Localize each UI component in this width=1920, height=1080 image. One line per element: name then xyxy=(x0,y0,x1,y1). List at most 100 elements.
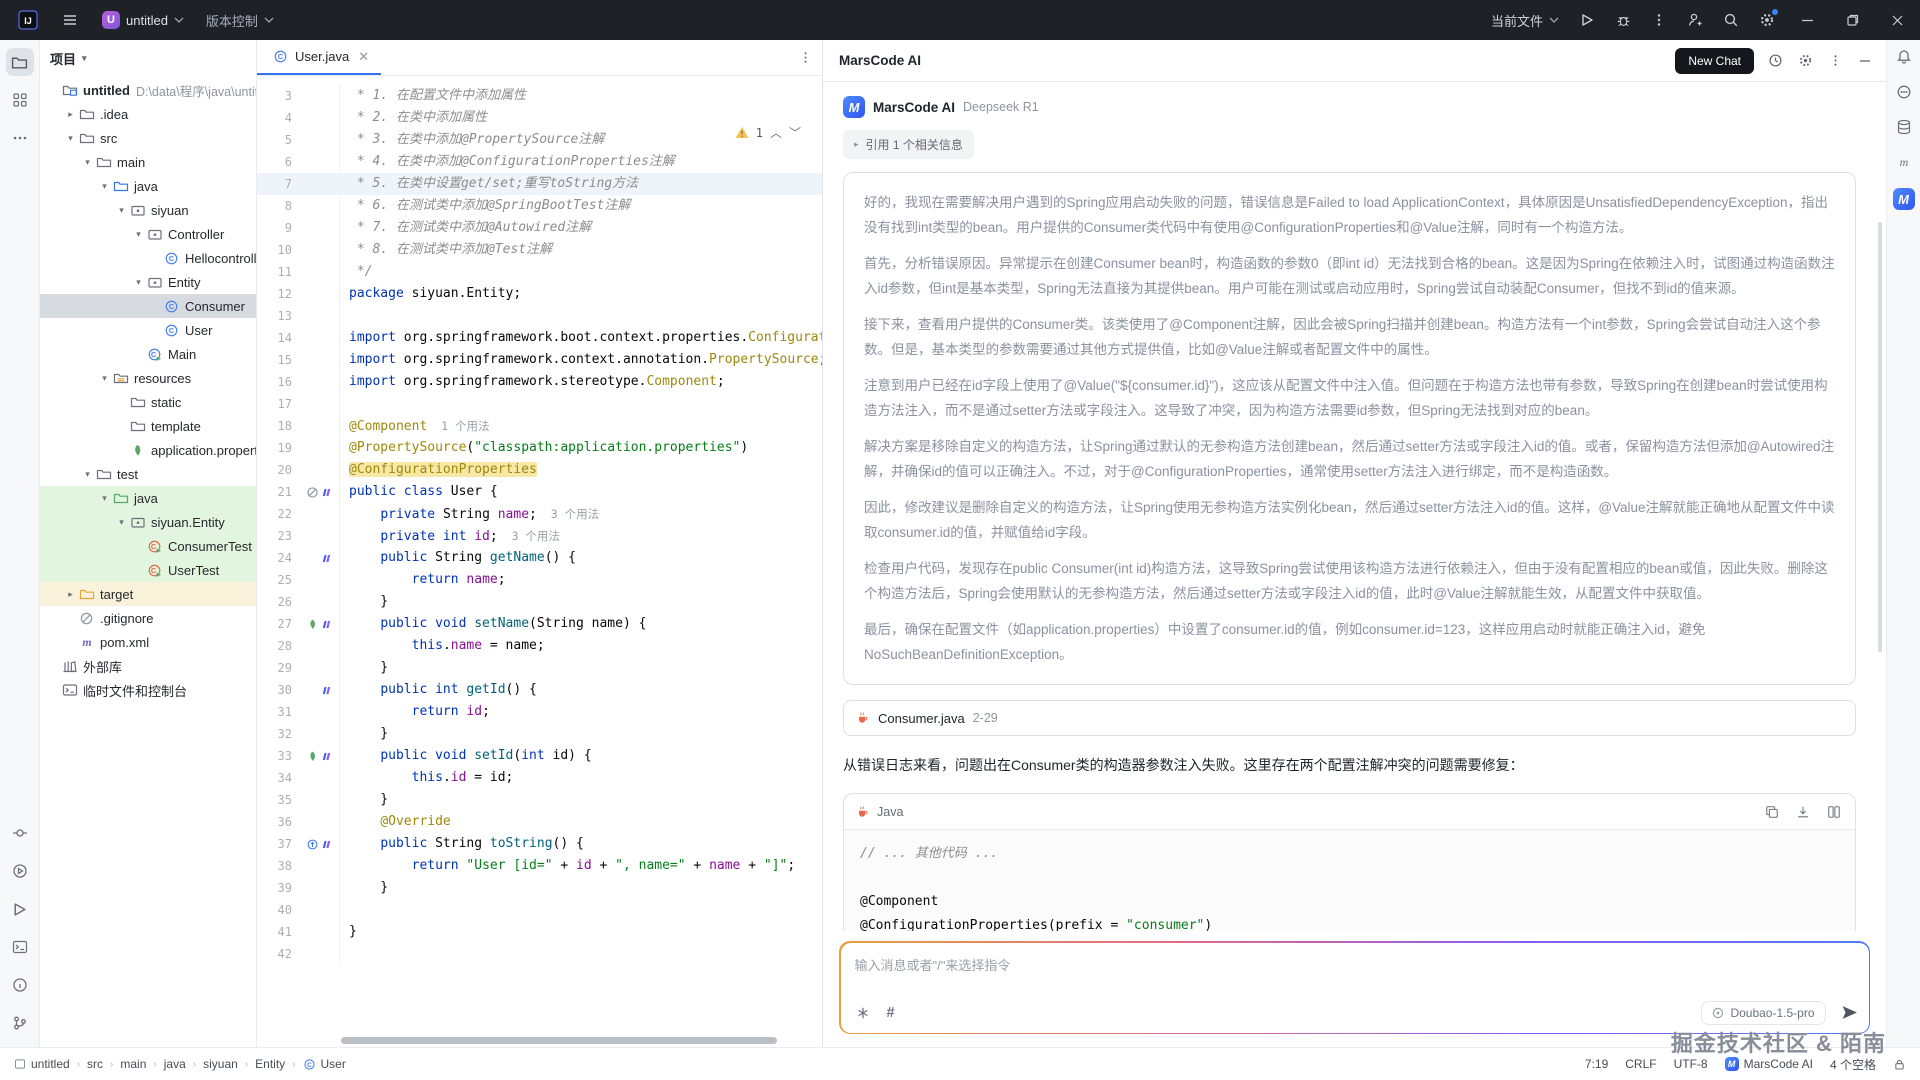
code-text[interactable]: * 6. 在测试类中添加@SpringBootTest注解 xyxy=(339,195,822,217)
breadcrumb-item-siyuan[interactable]: siyuan xyxy=(203,1057,238,1071)
code-text[interactable]: this.name = name; xyxy=(339,635,822,657)
hamburger-menu-icon[interactable] xyxy=(52,5,88,35)
code-text[interactable] xyxy=(339,943,822,965)
services-tool-icon[interactable] xyxy=(6,857,34,885)
code-text[interactable]: public void setId(int id) { xyxy=(339,745,822,767)
chevron-down-icon[interactable]: ▾ xyxy=(114,517,129,528)
tree-item--idea[interactable]: ▸.idea xyxy=(40,102,256,126)
tree-item-target[interactable]: ▸target xyxy=(40,582,256,606)
tree-item-hellocontroller[interactable]: CHellocontroller xyxy=(40,246,256,270)
spring-bean-gutter-icon[interactable] xyxy=(306,618,319,631)
tree-item-entity[interactable]: ▾Entity xyxy=(40,270,256,294)
code-text[interactable]: * 1. 在配置文件中添加属性 xyxy=(339,85,822,107)
code-text[interactable]: } xyxy=(339,921,822,943)
version-control-tool-icon[interactable] xyxy=(6,1009,34,1037)
tree-item-controller[interactable]: ▾Controller xyxy=(40,222,256,246)
code-text[interactable] xyxy=(339,899,822,921)
tree-item-java[interactable]: ▾java xyxy=(40,174,256,198)
chevron-right-icon[interactable]: ▸ xyxy=(63,109,78,120)
chevron-down-icon[interactable]: ▾ xyxy=(131,229,146,240)
database-icon[interactable] xyxy=(1895,118,1913,136)
tree-item--gitignore[interactable]: .gitignore xyxy=(40,606,256,630)
tab-user-java[interactable]: C User.java ✕ xyxy=(257,40,381,75)
search-icon[interactable] xyxy=(1713,5,1749,35)
code-text[interactable]: return name; xyxy=(339,569,822,591)
caret-position[interactable]: 7:19 xyxy=(1585,1057,1608,1071)
code-text[interactable] xyxy=(339,393,822,415)
tree-item-user[interactable]: CUser xyxy=(40,318,256,342)
chevron-down-icon[interactable]: ▾ xyxy=(80,469,95,480)
spring-bean-gutter-icon[interactable] xyxy=(306,750,319,763)
marscode-tool-icon[interactable]: M xyxy=(1893,188,1915,210)
code-text[interactable]: return "User [id=" + id + ", name=" + na… xyxy=(339,855,822,877)
breadcrumb-item-java[interactable]: java xyxy=(164,1057,186,1071)
code-text[interactable]: } xyxy=(339,657,822,679)
vcs-menu[interactable]: 版本控制 xyxy=(198,7,282,34)
marscode-gutter-icon[interactable] xyxy=(321,838,334,851)
chevron-down-icon[interactable]: ▾ xyxy=(63,133,78,144)
chevron-down-icon[interactable]: ▾ xyxy=(131,277,146,288)
window-restore-button[interactable] xyxy=(1830,0,1875,40)
tree-item-siyuan-entity[interactable]: ▾siyuan.Entity xyxy=(40,510,256,534)
tree-item-main[interactable]: CMain xyxy=(40,342,256,366)
prev-issue-icon[interactable]: ︿ xyxy=(770,124,782,141)
notifications-bell-icon[interactable] xyxy=(1895,48,1913,66)
marscode-gutter-icon[interactable] xyxy=(321,684,334,697)
code-text[interactable]: public void setName(String name) { xyxy=(339,613,822,635)
code-text[interactable] xyxy=(339,305,822,327)
code-text[interactable]: return id; xyxy=(339,701,822,723)
tree-item-application-properties[interactable]: application.properties xyxy=(40,438,256,462)
project-tool-icon[interactable] xyxy=(6,48,34,76)
window-minimize-button[interactable] xyxy=(1785,0,1830,40)
editor-body[interactable]: 1 ︿ ﹀ 3 * 1. 在配置文件中添加属性4 * 2. 在类中添加属性5 *… xyxy=(257,76,822,1047)
chat-hide-icon[interactable] xyxy=(1856,52,1874,70)
marscode-gutter-icon[interactable] xyxy=(321,486,334,499)
override-gutter-icon[interactable] xyxy=(306,838,319,851)
next-issue-icon[interactable]: ﹀ xyxy=(789,124,801,141)
code-text[interactable]: @Component 1 个用法 xyxy=(339,415,822,437)
settings-gear-icon[interactable] xyxy=(1749,5,1785,35)
chat-settings-gear-icon[interactable] xyxy=(1796,52,1814,70)
code-text[interactable]: @PropertySource("classpath:application.p… xyxy=(339,437,822,459)
project-panel-header[interactable]: 项目 ▾ xyxy=(40,40,256,76)
tree-item-siyuan[interactable]: ▾siyuan xyxy=(40,198,256,222)
chat-scrollbar[interactable] xyxy=(1878,222,1882,652)
reference-collapse-chip[interactable]: ▸ 引用 1 个相关信息 xyxy=(843,130,974,159)
model-selector-chip[interactable]: Doubao-1.5-pro xyxy=(1701,1001,1825,1025)
breadcrumb-item-entity[interactable]: Entity xyxy=(255,1057,285,1071)
marscode-gutter-icon[interactable] xyxy=(321,618,334,631)
indent-indicator[interactable]: 4 个空格 xyxy=(1830,1056,1876,1073)
code-text[interactable]: */ xyxy=(339,261,822,283)
debug-button[interactable] xyxy=(1605,5,1641,35)
breadcrumb-item-untitled[interactable]: untitled xyxy=(14,1057,70,1071)
code-text[interactable]: public String toString() { xyxy=(339,833,822,855)
tree-item-usertest[interactable]: CUserTest xyxy=(40,558,256,582)
code-with-me-icon[interactable] xyxy=(1677,5,1713,35)
code-text[interactable]: private int id; 3 个用法 xyxy=(339,525,822,547)
tree-item-java[interactable]: ▾java xyxy=(40,486,256,510)
code-text[interactable]: * 7. 在测试类中添加@Autowired注解 xyxy=(339,217,822,239)
run-tool-icon[interactable] xyxy=(6,895,34,923)
no-bean-gutter-icon[interactable] xyxy=(306,486,319,499)
editor-horizontal-scrollbar[interactable] xyxy=(341,1037,777,1044)
chat-history-icon[interactable] xyxy=(1766,52,1784,70)
code-text[interactable]: import org.springframework.context.annot… xyxy=(339,349,822,371)
maven-tool-icon[interactable]: m xyxy=(1895,153,1913,171)
code-text[interactable]: public int getId() { xyxy=(339,679,822,701)
tree-item-test[interactable]: ▾test xyxy=(40,462,256,486)
marscode-gutter-icon[interactable] xyxy=(321,750,334,763)
tree-item-consumer[interactable]: CConsumer xyxy=(40,294,256,318)
tree-item-static[interactable]: static xyxy=(40,390,256,414)
chat-more-kebab-icon[interactable] xyxy=(1826,52,1844,70)
copy-code-icon[interactable] xyxy=(1763,803,1781,821)
tree-item-外部库[interactable]: 外部库 xyxy=(40,654,256,678)
terminal-tool-icon[interactable] xyxy=(6,933,34,961)
tree-item-main[interactable]: ▾main xyxy=(40,150,256,174)
code-text[interactable]: @ConfigurationProperties xyxy=(339,459,822,481)
chevron-down-icon[interactable]: ▾ xyxy=(97,181,112,192)
line-ending-indicator[interactable]: CRLF xyxy=(1625,1057,1656,1071)
marscode-status-item[interactable]: M MarsCode AI xyxy=(1725,1057,1813,1071)
problems-tool-icon[interactable] xyxy=(6,971,34,999)
new-chat-button[interactable]: New Chat xyxy=(1675,48,1754,74)
more-tool-windows-icon[interactable] xyxy=(6,124,34,152)
